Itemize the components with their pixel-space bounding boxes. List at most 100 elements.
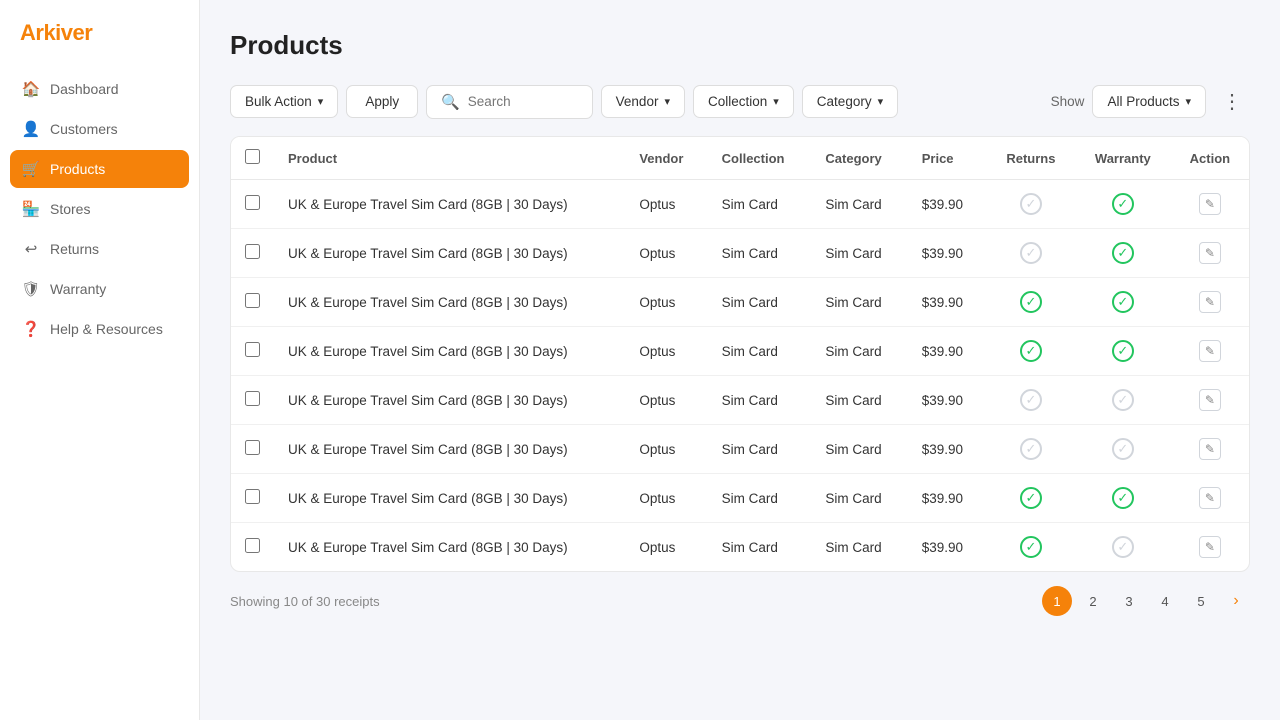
row-checkbox-4[interactable] <box>245 391 260 406</box>
row-product: UK & Europe Travel Sim Card (8GB | 30 Da… <box>274 425 625 474</box>
row-collection: Sim Card <box>708 425 812 474</box>
returns-inactive-icon: ✓ <box>1020 438 1042 460</box>
page-btn-3[interactable]: 3 <box>1114 586 1144 616</box>
row-category: Sim Card <box>811 278 907 327</box>
chevron-right-icon: › <box>1233 592 1238 610</box>
show-label: Show <box>1051 94 1085 109</box>
more-options-button[interactable]: ⋮ <box>1214 83 1250 120</box>
sidebar-item-label-returns: Returns <box>50 241 99 257</box>
row-warranty: ✓ <box>1075 474 1171 523</box>
bulk-action-button[interactable]: Bulk Action ▾ <box>230 85 338 118</box>
row-vendor: Optus <box>625 474 707 523</box>
help-icon: ❓ <box>22 320 40 338</box>
col-collection: Collection <box>708 137 812 180</box>
page-btn-2[interactable]: 2 <box>1078 586 1108 616</box>
vendor-filter-button[interactable]: Vendor ▾ <box>601 85 685 118</box>
row-checkbox-6[interactable] <box>245 489 260 504</box>
returns-active-icon: ✓ <box>1020 340 1042 362</box>
table-row: UK & Europe Travel Sim Card (8GB | 30 Da… <box>231 474 1249 523</box>
sidebar-item-customers[interactable]: 👤 Customers <box>10 110 189 148</box>
row-returns: ✓ <box>987 474 1075 523</box>
row-category: Sim Card <box>811 229 907 278</box>
sidebar-item-stores[interactable]: 🏪 Stores <box>10 190 189 228</box>
all-products-button[interactable]: All Products ▾ <box>1092 85 1206 118</box>
row-category: Sim Card <box>811 523 907 572</box>
sidebar-item-warranty[interactable]: 🛡 Warranty <box>10 270 189 308</box>
table-row: UK & Europe Travel Sim Card (8GB | 30 Da… <box>231 425 1249 474</box>
edit-icon-3[interactable]: ✎ <box>1199 340 1221 362</box>
row-checkbox-5[interactable] <box>245 440 260 455</box>
col-price: Price <box>908 137 987 180</box>
edit-icon-5[interactable]: ✎ <box>1199 438 1221 460</box>
table-row: UK & Europe Travel Sim Card (8GB | 30 Da… <box>231 327 1249 376</box>
category-filter-button[interactable]: Category ▾ <box>802 85 898 118</box>
sidebar-item-help[interactable]: ❓ Help & Resources <box>10 310 189 348</box>
edit-icon-1[interactable]: ✎ <box>1199 242 1221 264</box>
customers-icon: 👤 <box>22 120 40 138</box>
row-checkbox-0[interactable] <box>245 195 260 210</box>
edit-icon-0[interactable]: ✎ <box>1199 193 1221 215</box>
page-btn-5[interactable]: 5 <box>1186 586 1216 616</box>
row-action: ✎ <box>1171 523 1249 572</box>
category-label: Category <box>817 94 872 109</box>
row-checkbox-7[interactable] <box>245 538 260 553</box>
row-returns: ✓ <box>987 180 1075 229</box>
collection-filter-button[interactable]: Collection ▾ <box>693 85 794 118</box>
page-title: Products <box>230 30 1250 61</box>
row-returns: ✓ <box>987 327 1075 376</box>
col-vendor: Vendor <box>625 137 707 180</box>
search-input[interactable] <box>468 94 578 109</box>
edit-icon-4[interactable]: ✎ <box>1199 389 1221 411</box>
warranty-active-icon: ✓ <box>1112 242 1134 264</box>
toolbar: Bulk Action ▾ Apply 🔍 Vendor ▾ Collectio… <box>230 83 1250 120</box>
page-btn-1[interactable]: 1 <box>1042 586 1072 616</box>
row-returns: ✓ <box>987 278 1075 327</box>
products-table: Product Vendor Collection Category Price… <box>231 137 1249 571</box>
pagination-next-button[interactable]: › <box>1222 587 1250 615</box>
main-content: Products Bulk Action ▾ Apply 🔍 Vendor ▾ … <box>200 0 1280 720</box>
table-row: UK & Europe Travel Sim Card (8GB | 30 Da… <box>231 278 1249 327</box>
row-checkbox-cell <box>231 180 274 229</box>
warranty-icon: 🛡 <box>22 280 40 298</box>
row-category: Sim Card <box>811 376 907 425</box>
apply-button[interactable]: Apply <box>346 85 418 118</box>
row-action: ✎ <box>1171 327 1249 376</box>
edit-icon-6[interactable]: ✎ <box>1199 487 1221 509</box>
sidebar: Arkiver 🏠 Dashboard 👤 Customers 🛒 Produc… <box>0 0 200 720</box>
row-product: UK & Europe Travel Sim Card (8GB | 30 Da… <box>274 180 625 229</box>
row-category: Sim Card <box>811 180 907 229</box>
returns-active-icon: ✓ <box>1020 487 1042 509</box>
row-checkbox-cell <box>231 278 274 327</box>
edit-icon-2[interactable]: ✎ <box>1199 291 1221 313</box>
row-returns: ✓ <box>987 523 1075 572</box>
row-price: $39.90 <box>908 278 987 327</box>
row-vendor: Optus <box>625 278 707 327</box>
row-checkbox-3[interactable] <box>245 342 260 357</box>
brand-name: Arkiver <box>20 20 92 45</box>
sidebar-item-label-help: Help & Resources <box>50 321 163 337</box>
table-header-row: Product Vendor Collection Category Price… <box>231 137 1249 180</box>
select-all-checkbox[interactable] <box>245 149 260 164</box>
row-collection: Sim Card <box>708 229 812 278</box>
row-checkbox-1[interactable] <box>245 244 260 259</box>
stores-icon: 🏪 <box>22 200 40 218</box>
sidebar-item-returns[interactable]: ↩ Returns <box>10 230 189 268</box>
row-action: ✎ <box>1171 180 1249 229</box>
sidebar-item-products[interactable]: 🛒 Products <box>10 150 189 188</box>
row-collection: Sim Card <box>708 523 812 572</box>
sidebar-item-label-dashboard: Dashboard <box>50 81 119 97</box>
row-checkbox-cell <box>231 376 274 425</box>
sidebar-item-dashboard[interactable]: 🏠 Dashboard <box>10 70 189 108</box>
col-action: Action <box>1171 137 1249 180</box>
page-btn-4[interactable]: 4 <box>1150 586 1180 616</box>
row-checkbox-2[interactable] <box>245 293 260 308</box>
row-collection: Sim Card <box>708 327 812 376</box>
returns-inactive-icon: ✓ <box>1020 242 1042 264</box>
table-body: UK & Europe Travel Sim Card (8GB | 30 Da… <box>231 180 1249 572</box>
edit-icon-7[interactable]: ✎ <box>1199 536 1221 558</box>
returns-active-icon: ✓ <box>1020 536 1042 558</box>
row-warranty: ✓ <box>1075 327 1171 376</box>
warranty-inactive-icon: ✓ <box>1112 438 1134 460</box>
row-collection: Sim Card <box>708 376 812 425</box>
row-price: $39.90 <box>908 327 987 376</box>
